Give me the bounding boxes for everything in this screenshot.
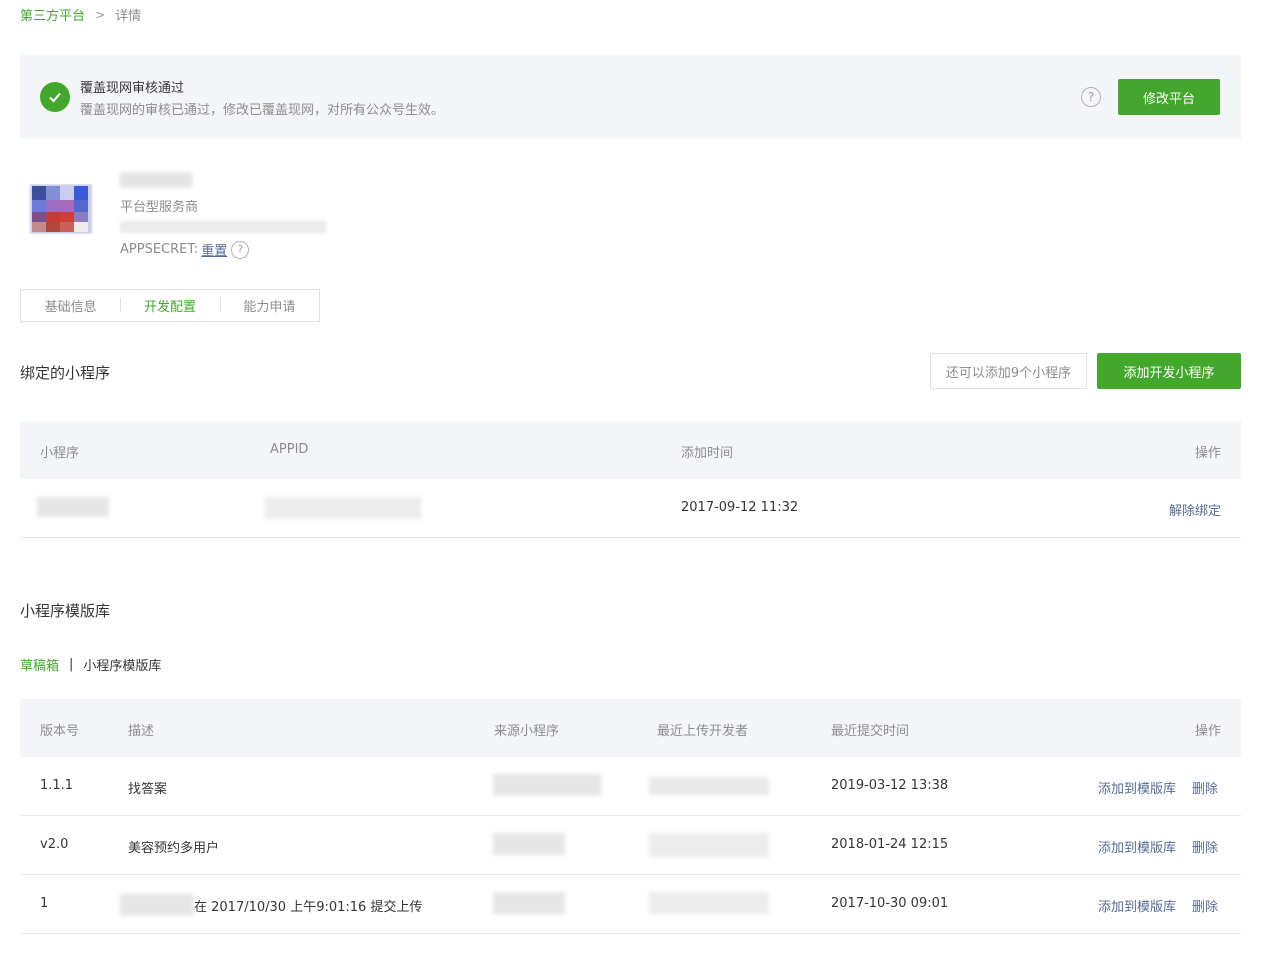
modify-platform-button[interactable]: 修改平台 [1118, 79, 1220, 115]
added-time: 2017-09-12 11:32 [681, 500, 799, 515]
help-icon[interactable]: ? [231, 240, 250, 259]
add-dev-miniprogram-button[interactable]: 添加开发小程序 [1097, 353, 1241, 389]
column-header-action: 操作 [1194, 446, 1221, 461]
uploader-redacted [649, 777, 769, 795]
add-to-template-library-link[interactable]: 添加到模版库 [1098, 778, 1176, 797]
help-icon[interactable]: ? [1081, 87, 1101, 107]
table-row: v2.0 美容预约多用户 2018-01-24 12:15 添加到模版库 删除 [20, 816, 1241, 875]
add-to-template-library-link[interactable]: 添加到模版库 [1098, 837, 1176, 856]
platform-name-redacted [120, 172, 192, 188]
table-row: 1.1.1 找答案 2019-03-12 13:38 添加到模版库 删除 [20, 757, 1241, 816]
tab-capability-apply[interactable]: 能力申请 [219, 296, 319, 315]
bound-miniprograms-title: 绑定的小程序 [20, 364, 111, 382]
platform-type: 平台型服务商 [120, 200, 199, 215]
delete-link[interactable]: 删除 [1192, 896, 1218, 915]
column-header-action: 操作 [1194, 724, 1221, 739]
remaining-quota-label: 还可以添加9个小程序 [930, 353, 1087, 389]
column-header-added-time: 添加时间 [681, 446, 734, 461]
avatar [26, 184, 96, 234]
delete-link[interactable]: 删除 [1192, 778, 1218, 797]
template-table-header: 版本号 描述 来源小程序 最近上传开发者 最近提交时间 操作 [20, 699, 1241, 757]
table-row: 1 在 2017/10/30 上午9:01:16 提交上传 2017-10-30… [20, 875, 1241, 934]
breadcrumb-third-party-platform[interactable]: 第三方平台 [20, 5, 85, 24]
tab-template-library[interactable]: 小程序模版库 [83, 655, 161, 674]
source-miniprogram-redacted [493, 833, 565, 855]
template-description: 美容预约多用户 [128, 841, 220, 856]
submit-time: 2017-10-30 09:01 [831, 896, 949, 911]
uploader-redacted [649, 892, 769, 914]
breadcrumb: 第三方平台 > 详情 [20, 5, 142, 25]
version-number: 1 [40, 896, 49, 911]
description-prefix-redacted [120, 894, 194, 916]
source-miniprogram-redacted [493, 892, 565, 914]
submit-time: 2019-03-12 13:38 [831, 778, 949, 793]
delete-link[interactable]: 删除 [1192, 837, 1218, 856]
column-header-source-miniprogram: 来源小程序 [494, 724, 560, 739]
column-header-description: 描述 [128, 724, 155, 739]
template-library-title: 小程序模版库 [20, 602, 111, 620]
miniprogram-name-redacted [37, 497, 109, 517]
detail-tabs: 基础信息 开发配置 能力申请 [20, 289, 320, 322]
tab-dev-config[interactable]: 开发配置 [120, 296, 219, 315]
column-header-last-uploader: 最近上传开发者 [657, 724, 749, 739]
template-description: 在 2017/10/30 上午9:01:16 提交上传 [194, 900, 423, 915]
version-number: 1.1.1 [40, 778, 74, 793]
subtab-divider: | [69, 657, 74, 672]
uploader-redacted [649, 833, 769, 857]
column-header-last-submit-time: 最近提交时间 [831, 724, 910, 739]
appid-redacted [265, 497, 421, 519]
submit-time: 2018-01-24 12:15 [831, 837, 949, 852]
add-to-template-library-link[interactable]: 添加到模版库 [1098, 896, 1176, 915]
template-subtabs: 草稿箱 | 小程序模版库 [20, 655, 161, 674]
reset-secret-link[interactable]: 重置 [201, 240, 227, 259]
tab-basic-info[interactable]: 基础信息 [21, 296, 120, 315]
unbind-link[interactable]: 解除绑定 [1169, 500, 1221, 519]
notice-description: 覆盖现网的审核已通过，修改已覆盖现网，对所有公众号生效。 [80, 103, 445, 118]
source-miniprogram-redacted [493, 774, 601, 796]
appsecret-row: APPSECRET: 重置 ? [120, 240, 250, 259]
template-description: 找答案 [128, 782, 168, 797]
bound-table-header: 小程序 APPID 添加时间 操作 [20, 421, 1241, 479]
column-header-appid: APPID [270, 442, 309, 457]
approval-notice: 覆盖现网审核通过 覆盖现网的审核已通过，修改已覆盖现网，对所有公众号生效。 ? … [20, 55, 1241, 139]
appid-redacted [120, 221, 326, 233]
breadcrumb-current: 详情 [115, 9, 142, 24]
notice-title: 覆盖现网审核通过 [80, 81, 185, 96]
version-number: v2.0 [40, 837, 69, 852]
chevron-right-icon: > [95, 7, 106, 22]
appsecret-label: APPSECRET: [120, 242, 199, 257]
table-row: 2017-09-12 11:32 解除绑定 [20, 479, 1241, 538]
column-header-version: 版本号 [40, 724, 80, 739]
tab-drafts[interactable]: 草稿箱 [20, 655, 59, 674]
column-header-miniprogram: 小程序 [40, 446, 80, 461]
check-circle-icon [40, 82, 70, 112]
